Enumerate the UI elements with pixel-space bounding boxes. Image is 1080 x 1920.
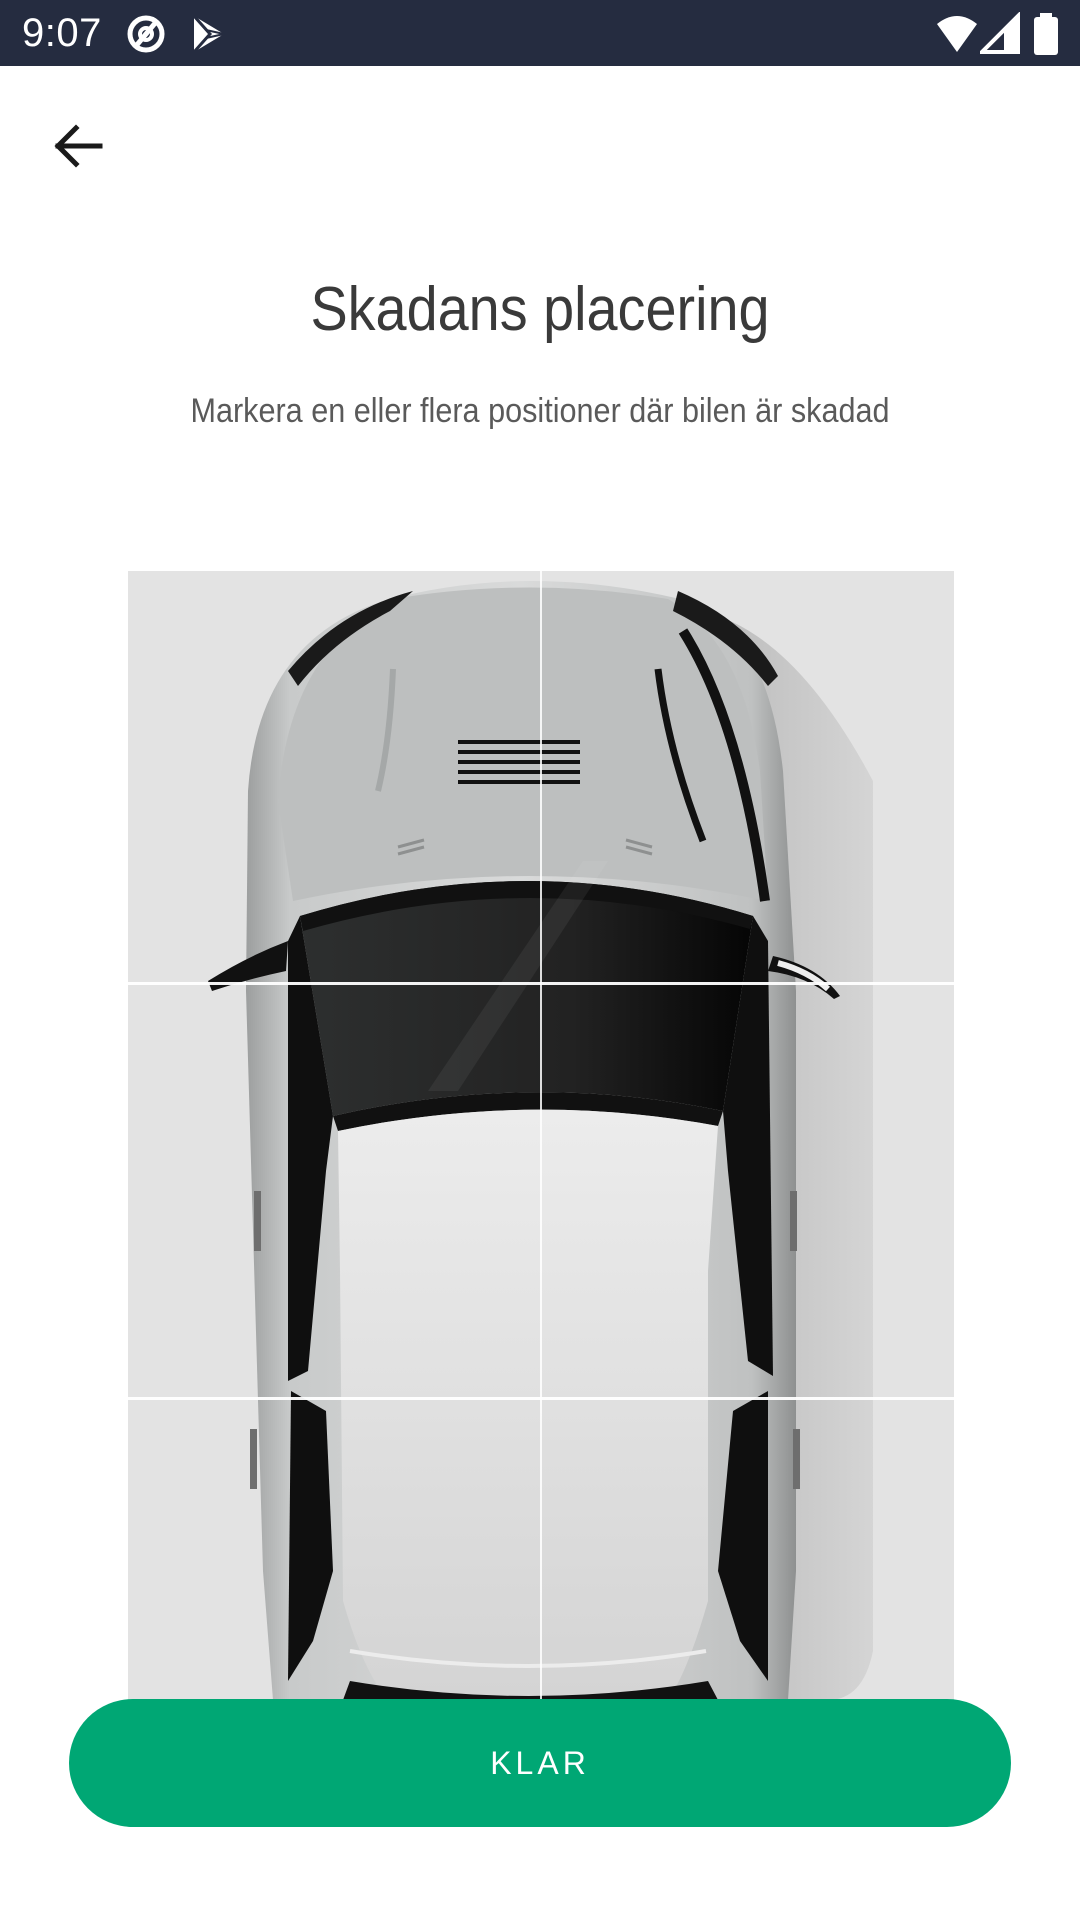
zone-middle-right[interactable] xyxy=(542,985,954,1397)
back-button[interactable] xyxy=(36,104,120,188)
car-diagram xyxy=(128,571,954,1700)
status-bar: 9:07 xyxy=(0,0,1080,66)
play-store-icon xyxy=(186,12,230,56)
zone-rear-right[interactable] xyxy=(542,1400,954,1700)
done-button[interactable]: KLAR xyxy=(69,1699,1011,1827)
zone-front-right[interactable] xyxy=(542,571,954,982)
battery-icon xyxy=(1028,12,1064,56)
zone-middle-left[interactable] xyxy=(128,985,540,1397)
status-time: 9:07 xyxy=(22,11,102,55)
screen: 9:07 Skadans placering Markera en eller … xyxy=(0,0,1080,1920)
arrow-left-icon xyxy=(54,124,103,168)
zone-front-left[interactable] xyxy=(128,571,540,982)
page-title: Skadans placering xyxy=(310,275,770,344)
at-sign-icon xyxy=(124,12,168,56)
zone-rear-left[interactable] xyxy=(128,1400,540,1700)
wifi-icon xyxy=(935,12,979,56)
signal-icon xyxy=(980,12,1024,56)
page-subtitle: Markera en eller flera positioner där bi… xyxy=(190,392,890,430)
